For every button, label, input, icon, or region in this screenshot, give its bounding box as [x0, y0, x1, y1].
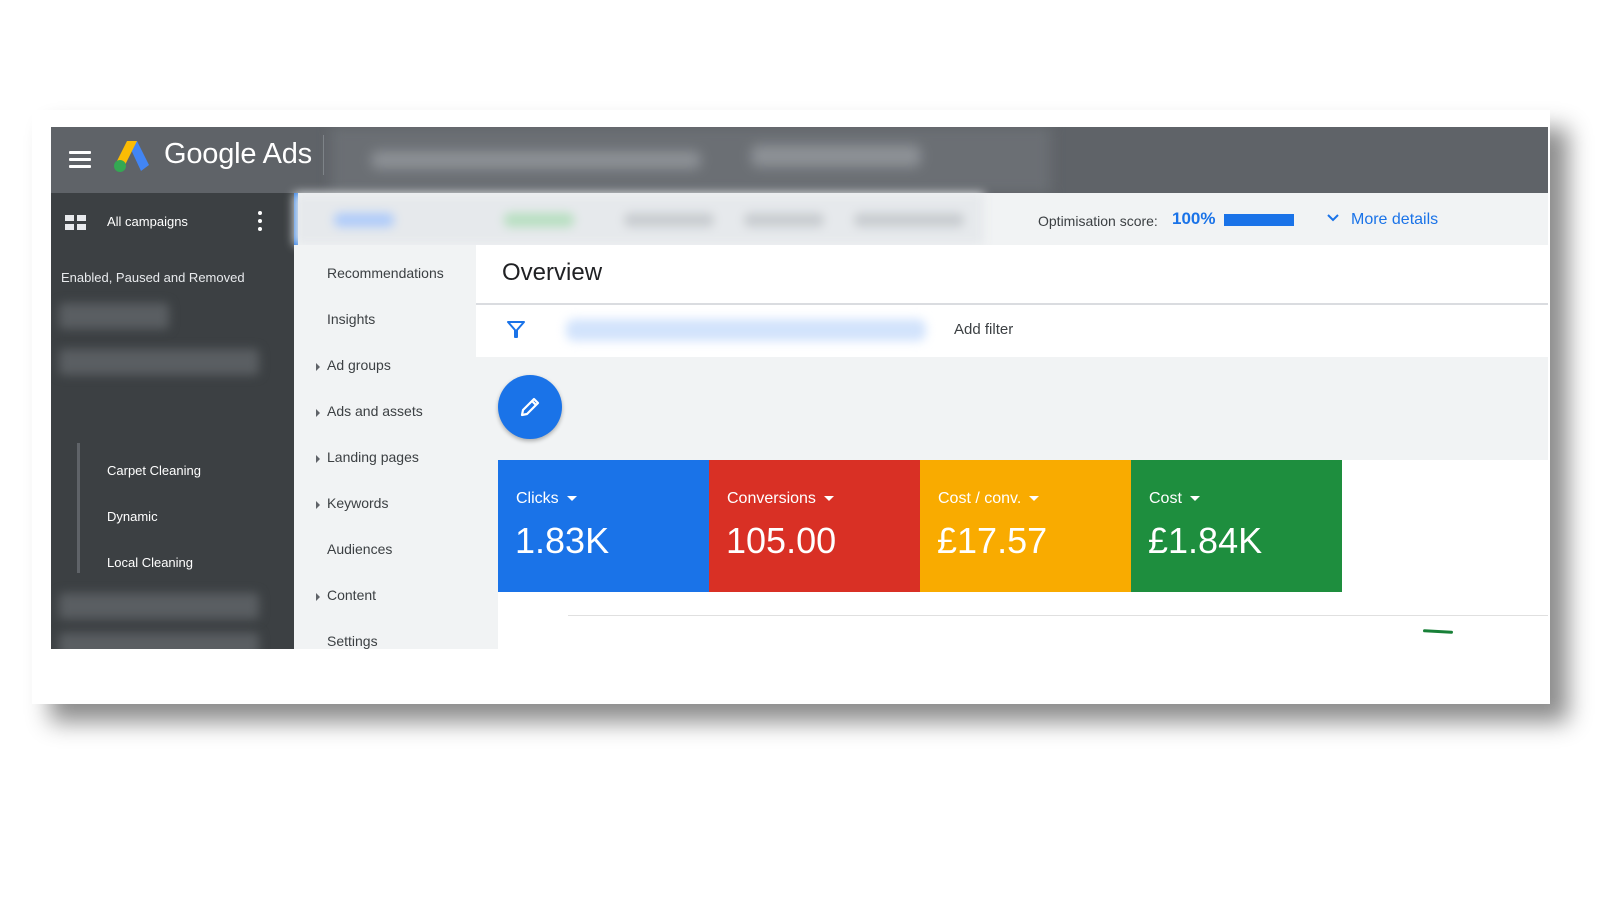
main-content: Overview Add filter Clicks 1.83K Conversio… — [476, 245, 1548, 649]
metric-value: £17.57 — [937, 520, 1048, 561]
metric-label-text: Conversions — [727, 490, 816, 507]
redacted-campaign[interactable] — [59, 633, 259, 649]
dropdown-caret-icon[interactable] — [1189, 496, 1200, 502]
metric-label-text: Cost / conv. — [938, 490, 1022, 507]
nav-item-landing-pages[interactable]: Landing pages — [327, 449, 419, 465]
nav-item-audiences[interactable]: Audiences — [327, 541, 392, 557]
metric-label-text: Clicks — [516, 490, 559, 507]
header-divider — [323, 135, 324, 175]
nav-item-content[interactable]: Content — [327, 587, 376, 603]
all-campaigns-label: All campaigns — [107, 214, 188, 229]
filter-icon[interactable] — [506, 319, 526, 339]
dropdown-caret-icon[interactable] — [566, 496, 577, 502]
metric-label: Conversions — [727, 490, 834, 508]
metric-card-cost[interactable]: Cost £1.84K — [1131, 460, 1342, 592]
dropdown-caret-icon[interactable] — [823, 496, 834, 502]
nav-item-settings[interactable]: Settings — [327, 633, 378, 649]
google-ads-app: Google Ads All campaigns Enabled, Paused… — [51, 127, 1548, 649]
metric-cards: Clicks 1.83K Conversions 105.00 Cost / conv.… — [498, 460, 1548, 649]
chevron-down-icon[interactable] — [1326, 211, 1340, 225]
chart-baseline — [568, 615, 1548, 616]
metric-label-text: Cost — [1149, 490, 1182, 507]
menu-icon[interactable] — [67, 147, 93, 173]
more-details-link[interactable]: More details — [1351, 211, 1438, 229]
optimisation-score-label: Optimisation score: — [1038, 213, 1158, 229]
filter-bar: Add filter — [476, 305, 1548, 357]
all-campaigns-row[interactable]: All campaigns — [51, 193, 294, 249]
page-title-bar: Overview — [476, 245, 1548, 305]
metric-label: Clicks — [516, 490, 577, 508]
edit-button[interactable] — [498, 375, 562, 439]
more-vert-icon[interactable] — [257, 211, 263, 233]
expand-caret-icon[interactable] — [316, 409, 320, 417]
sidebar-item-carpet-cleaning[interactable]: Carpet Cleaning — [107, 463, 201, 478]
metric-card-cost-conv[interactable]: Cost / conv. £17.57 — [920, 460, 1131, 592]
account-subbar: Optimisation score: 100% More details — [294, 193, 1548, 249]
metric-label: Cost / conv. — [938, 490, 1040, 508]
nav-item-keywords[interactable]: Keywords — [327, 495, 388, 511]
redacted-campaign[interactable] — [59, 593, 259, 619]
optimisation-score-value: 100% — [1172, 209, 1216, 228]
page-title: Overview — [502, 259, 603, 286]
pencil-icon — [520, 397, 540, 417]
dropdown-caret-icon[interactable] — [1029, 496, 1040, 502]
redacted-campaign[interactable] — [59, 303, 169, 329]
metric-value: £1.84K — [1148, 520, 1263, 561]
redacted-filter-chip[interactable] — [566, 319, 926, 341]
tree-line — [77, 443, 80, 573]
google-ads-logo — [114, 141, 149, 172]
optimisation-score-bar — [1224, 214, 1294, 226]
page-nav: Recommendations Insights Ad groups Ads and … — [294, 245, 476, 649]
metric-value: 1.83K — [515, 520, 610, 561]
top-header: Google Ads — [51, 127, 1548, 193]
nav-item-ads-and-assets[interactable]: Ads and assets — [327, 403, 423, 419]
redacted-tabs — [294, 193, 984, 245]
chart-line-segment — [1422, 629, 1454, 634]
nav-item-insights[interactable]: Insights — [327, 311, 375, 327]
sidebar-item-dynamic[interactable]: Dynamic — [107, 509, 158, 524]
expand-caret-icon[interactable] — [316, 501, 320, 509]
nav-item-ad-groups[interactable]: Ad groups — [327, 357, 391, 373]
metric-card-conversions[interactable]: Conversions 105.00 — [709, 460, 920, 592]
expand-caret-icon[interactable] — [316, 455, 320, 463]
sidebar-item-local-cleaning[interactable]: Local Cleaning — [107, 555, 193, 570]
grid-icon — [65, 215, 87, 231]
expand-caret-icon[interactable] — [316, 593, 320, 601]
nav-item-recommendations[interactable]: Recommendations — [327, 265, 444, 281]
metric-value: 105.00 — [726, 520, 837, 561]
account-info-redacted — [331, 127, 1051, 193]
add-filter-button[interactable]: Add filter — [954, 321, 1013, 338]
campaign-sidebar: All campaigns Enabled, Paused and Remove… — [51, 193, 294, 649]
brand-name: Google Ads — [164, 138, 312, 170]
redacted-campaign[interactable] — [59, 349, 259, 375]
status-filter-label: Enabled, Paused and Removed — [61, 270, 245, 285]
expand-caret-icon[interactable] — [316, 363, 320, 371]
metric-label: Cost — [1149, 490, 1200, 508]
metric-card-clicks[interactable]: Clicks 1.83K — [498, 460, 709, 592]
